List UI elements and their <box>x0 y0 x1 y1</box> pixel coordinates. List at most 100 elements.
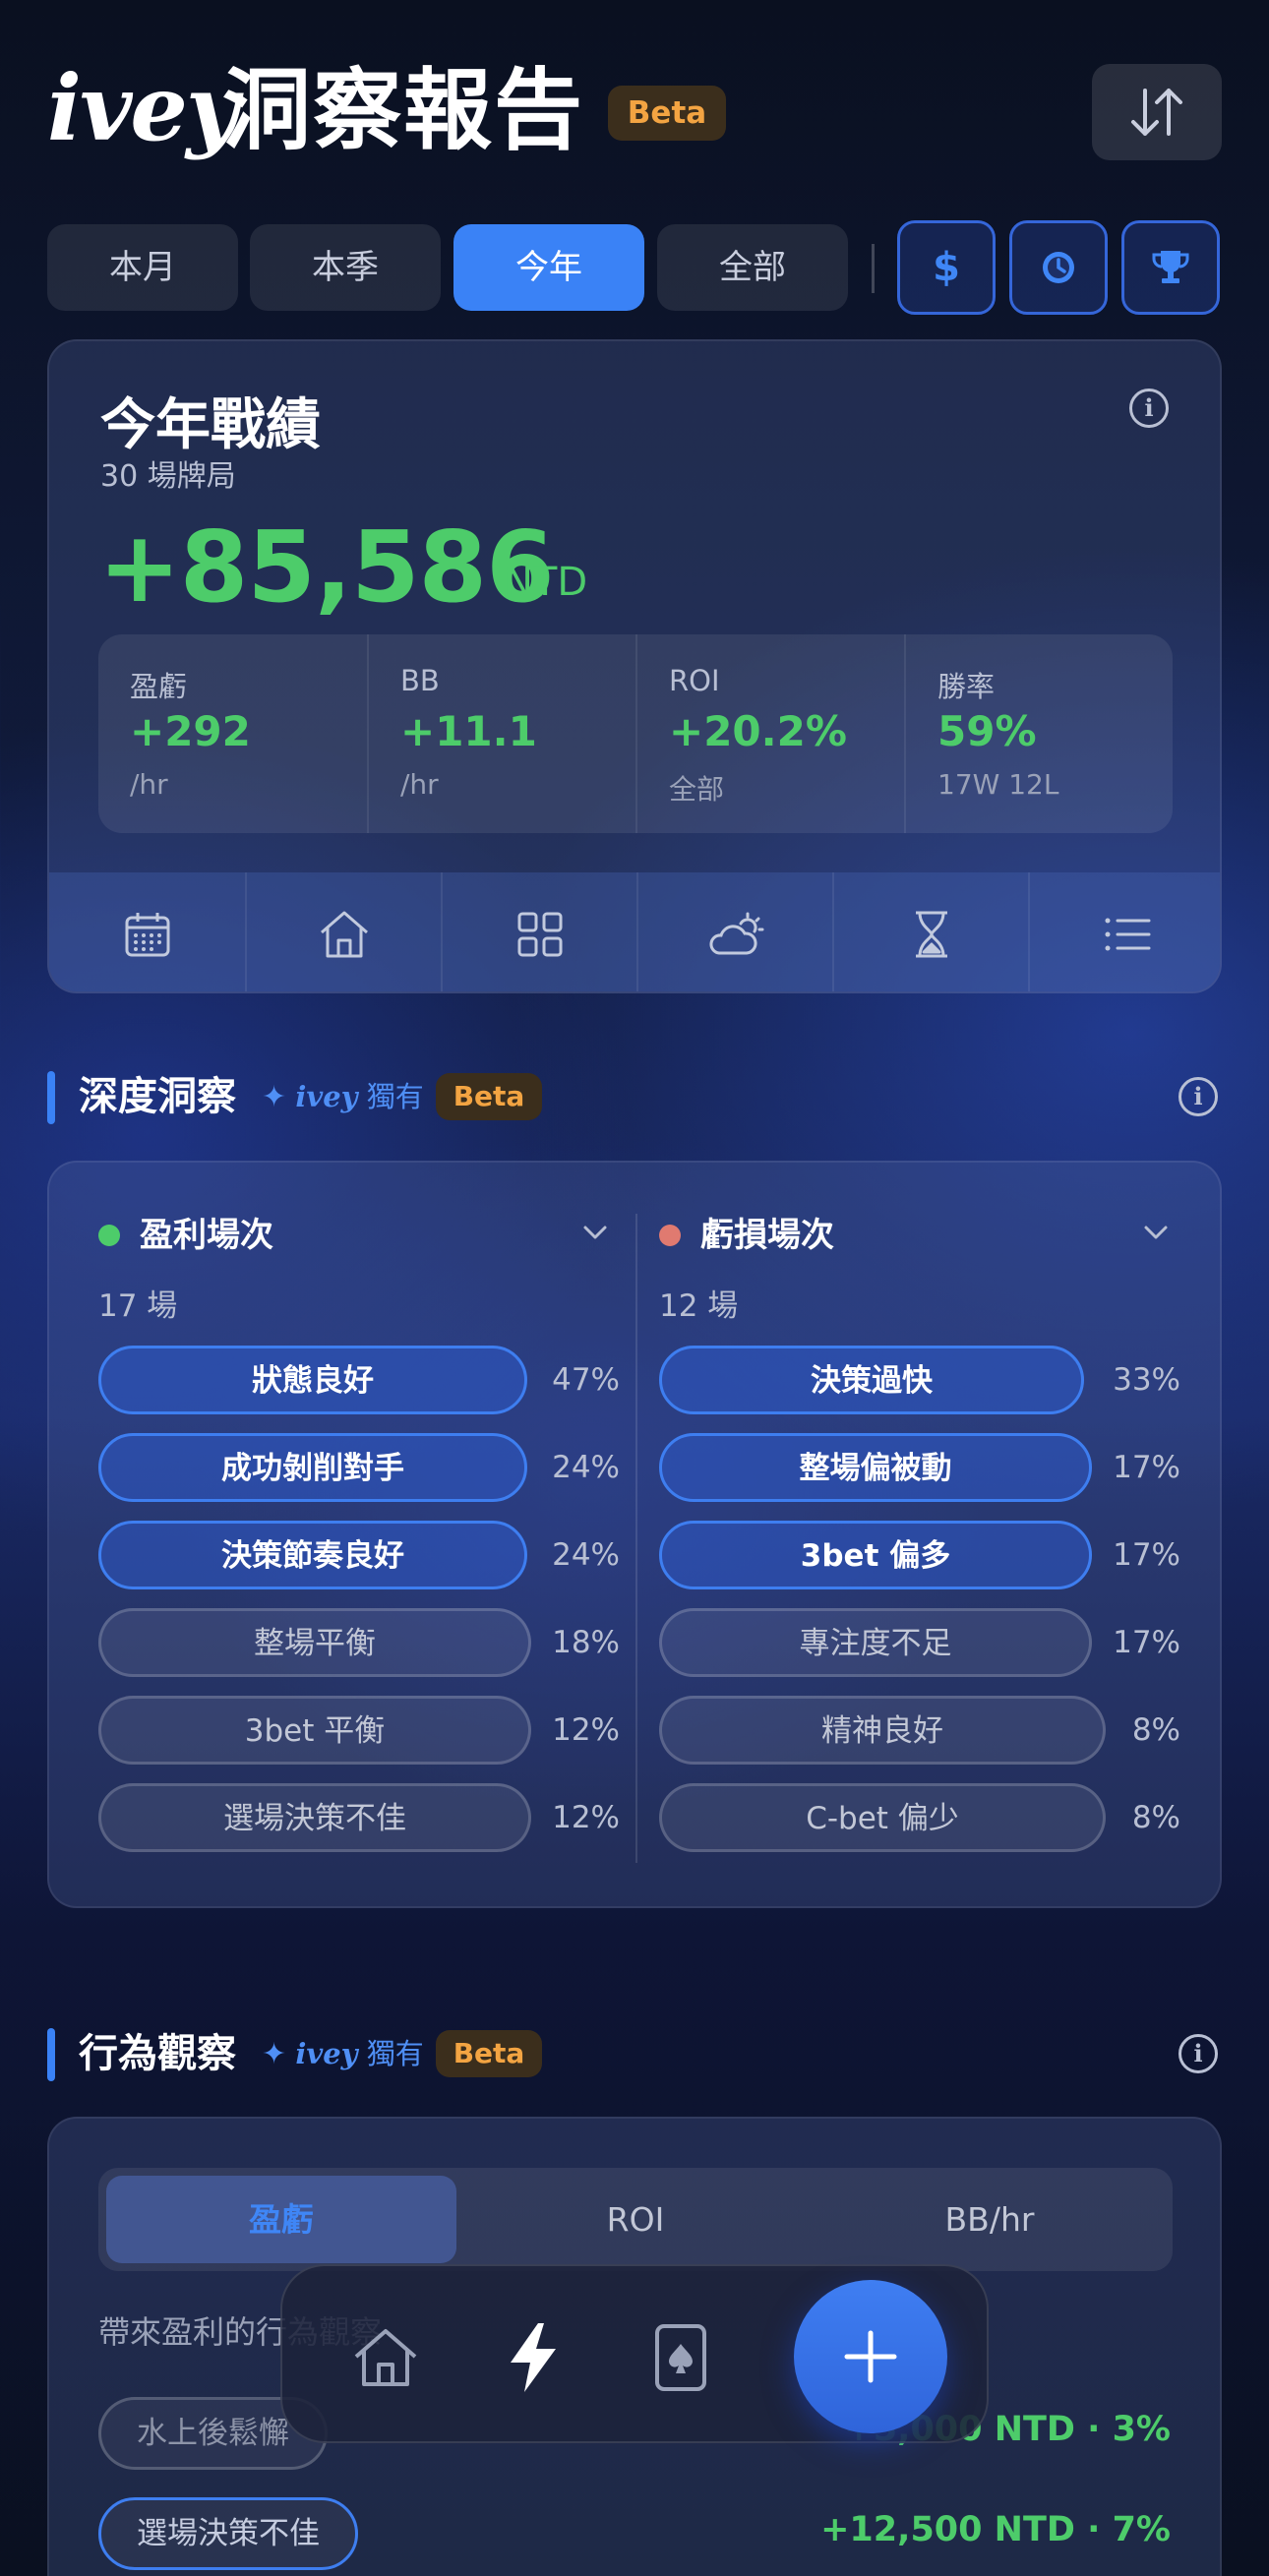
weather-icon <box>709 912 763 954</box>
summary-toolbar <box>49 872 1220 991</box>
info-icon[interactable]: i <box>1129 389 1169 428</box>
insight-tag[interactable]: 決策節奏良好 <box>98 1521 527 1589</box>
tab-quarter[interactable]: 本季 <box>250 224 441 311</box>
bottom-navigation <box>280 2264 989 2443</box>
insight-tag[interactable]: 整場偏被動 <box>659 1433 1092 1502</box>
metric-value: 59% <box>937 707 1037 755</box>
chevron-down-icon <box>583 1226 607 1239</box>
insight-tag[interactable]: 專注度不足 <box>659 1608 1092 1677</box>
mini-brand: ivey <box>295 1080 358 1113</box>
clock-icon <box>1043 252 1074 283</box>
list-tool-button[interactable] <box>1028 872 1220 991</box>
list-item: 專注度不足 17% <box>659 1608 1180 1679</box>
insight-tag[interactable]: 精神良好 <box>659 1696 1106 1765</box>
metric-sub: /hr <box>130 768 168 801</box>
metric-label: 勝率 <box>937 670 996 703</box>
trophy-icon <box>1152 251 1189 283</box>
loss-dot <box>659 1225 681 1246</box>
loss-session-count: 12 場 <box>659 1288 739 1324</box>
mini-brand: ivey <box>295 2037 358 2070</box>
total-profit-value: +85,586 <box>98 509 555 625</box>
list-item: 成功剝削對手 24% <box>98 1433 620 1504</box>
loss-column: 虧損場次 12 場 決策過快 33% 整場偏被動 17% 3bet 偏多 17%… <box>659 1163 1220 1910</box>
section-accent-bar <box>47 1071 55 1124</box>
insight-tag[interactable]: 成功剝削對手 <box>98 1433 527 1502</box>
nav-home[interactable] <box>341 2313 430 2402</box>
beta-badge: Beta <box>608 86 726 141</box>
behavior-value: +12,500 NTD · 7% <box>820 2510 1171 2549</box>
venue-tool-button[interactable] <box>245 872 441 991</box>
calendar-icon <box>125 912 169 956</box>
grid-tool-button[interactable] <box>441 872 636 991</box>
home-icon <box>354 2329 417 2386</box>
list-item: 3bet 偏多 17% <box>659 1521 1180 1591</box>
metric-sub: /hr <box>400 768 439 801</box>
sort-button[interactable] <box>1092 64 1222 160</box>
summary-card: 今年戰績 30 場牌局 i +85,586 NTD 盈虧 +292 /hr BB… <box>47 339 1222 993</box>
segment-profit[interactable]: 盈虧 <box>106 2176 456 2263</box>
insight-tag[interactable]: 狀態良好 <box>98 1346 527 1414</box>
list-icon <box>1105 918 1150 950</box>
loss-column-title: 虧損場次 <box>700 1216 834 1255</box>
info-icon[interactable]: i <box>1178 1077 1218 1116</box>
insight-tag[interactable]: 整場平衡 <box>98 1608 531 1677</box>
info-icon[interactable]: i <box>1178 2034 1218 2073</box>
app-header: ivey 洞察報告 Beta <box>47 54 1222 172</box>
card-icon <box>655 2324 706 2391</box>
insight-card: 盈利場次 17 場 狀態良好 47% 成功剝削對手 24% 決策節奏良好 24%… <box>47 1161 1222 1908</box>
tab-all[interactable]: 全部 <box>657 224 848 311</box>
insight-tag[interactable]: 3bet 偏多 <box>659 1521 1092 1589</box>
segment-bb-hr[interactable]: BB/hr <box>815 2176 1165 2263</box>
metric-value: +20.2% <box>669 707 847 755</box>
tag-percentage: 17% <box>1113 1450 1180 1485</box>
time-filter-button[interactable] <box>1009 220 1108 315</box>
sparkle-icon: ✦ <box>262 1080 287 1114</box>
dollar-icon: $ <box>933 245 960 290</box>
exclusive-text: 獨有 <box>366 1080 424 1113</box>
tab-year[interactable]: 今年 <box>453 224 644 311</box>
duration-tool-button[interactable] <box>832 872 1028 991</box>
dollar-filter-button[interactable]: $ <box>897 220 996 315</box>
list-item: C-bet 偏少 8% <box>659 1783 1180 1854</box>
tag-percentage: 8% <box>1131 1800 1180 1835</box>
list-item: 決策節奏良好 24% <box>98 1521 620 1591</box>
insight-tag[interactable]: 選場決策不佳 <box>98 1783 531 1852</box>
segment-roi[interactable]: ROI <box>460 2176 811 2263</box>
chevron-down-icon <box>1144 1226 1168 1239</box>
loss-column-header[interactable]: 虧損場次 <box>659 1210 1171 1259</box>
bolt-icon <box>511 2323 556 2392</box>
insight-section-title: 深度洞察 <box>79 1074 236 1119</box>
metric-roi: ROI +20.2% 全部 <box>635 634 904 833</box>
metric-profit: 盈虧 +292 /hr <box>98 634 367 833</box>
add-session-button[interactable] <box>794 2280 947 2433</box>
sort-icon <box>1131 89 1182 136</box>
tag-percentage: 47% <box>552 1362 620 1398</box>
hourglass-icon <box>915 911 947 957</box>
list-item: 選場決策不佳 12% <box>98 1783 620 1854</box>
trophy-filter-button[interactable] <box>1121 220 1220 315</box>
insight-tag[interactable]: 3bet 平衡 <box>98 1696 531 1765</box>
tag-percentage: 33% <box>1113 1362 1180 1398</box>
tab-month[interactable]: 本月 <box>47 224 238 311</box>
profit-column-header[interactable]: 盈利場次 <box>98 1210 610 1259</box>
session-count: 30 場牌局 <box>100 459 236 494</box>
tag-percentage: 17% <box>1113 1625 1180 1660</box>
insight-tag[interactable]: 決策過快 <box>659 1346 1084 1414</box>
insight-tag[interactable]: C-bet 偏少 <box>659 1783 1106 1852</box>
behavior-tag[interactable]: 選場決策不佳 <box>98 2497 358 2570</box>
metric-label: 盈虧 <box>130 670 188 703</box>
exclusive-text: 獨有 <box>366 2037 424 2070</box>
nav-sessions[interactable] <box>636 2313 725 2402</box>
profit-column-title: 盈利場次 <box>140 1216 273 1255</box>
profit-dot <box>98 1225 120 1246</box>
tag-percentage: 12% <box>552 1712 620 1748</box>
calendar-tool-button[interactable] <box>49 872 245 991</box>
grid-icon <box>517 912 562 956</box>
nav-insights[interactable] <box>489 2313 577 2402</box>
list-item: 狀態良好 47% <box>98 1346 620 1416</box>
insight-section-header: 深度洞察 ✦ ivey 獨有 Beta i <box>47 1067 1222 1126</box>
sparkle-icon: ✦ <box>262 2037 287 2071</box>
page-title: 洞察報告 <box>222 59 584 162</box>
weather-tool-button[interactable] <box>636 872 832 991</box>
list-item: 決策過快 33% <box>659 1346 1180 1416</box>
